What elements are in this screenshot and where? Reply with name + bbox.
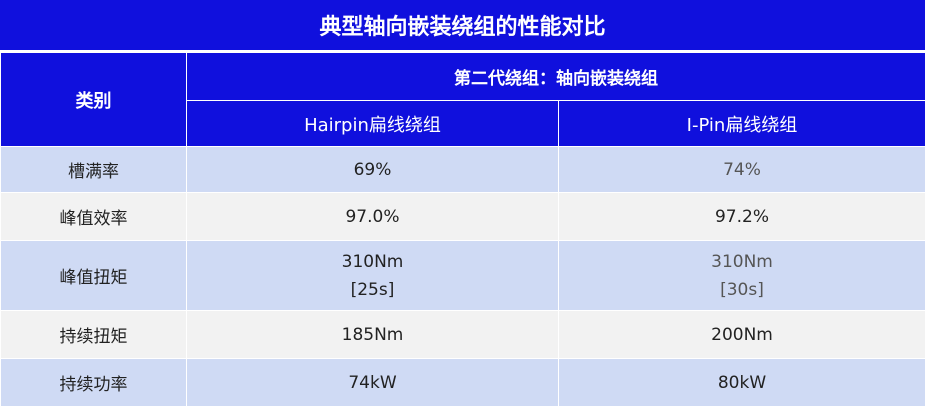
table-row: 持续功率 74kW 80kW [1, 359, 925, 407]
ipin-duration: [30s] [559, 276, 925, 304]
table-title: 典型轴向嵌装绕组的性能对比 [0, 0, 925, 52]
hairpin-duration: [25s] [187, 276, 558, 304]
row-label: 持续扭矩 [1, 311, 187, 359]
table-row: 峰值效率 97.0% 97.2% [1, 193, 925, 241]
hairpin-value: 185Nm [187, 311, 559, 359]
header-category: 类别 [1, 53, 187, 147]
hairpin-value: 69% [187, 147, 559, 193]
hairpin-value: 310Nm [25s] [187, 241, 559, 311]
row-label: 槽满率 [1, 147, 187, 193]
hairpin-value: 97.0% [187, 193, 559, 241]
ipin-value: 200Nm [559, 311, 925, 359]
row-label: 峰值效率 [1, 193, 187, 241]
comparison-table-container: 典型轴向嵌装绕组的性能对比 类别 第二代绕组：轴向嵌装绕组 Hairpin扁线绕… [0, 0, 925, 406]
table-row: 持续扭矩 185Nm 200Nm [1, 311, 925, 359]
ipin-value: 97.2% [559, 193, 925, 241]
comparison-table: 类别 第二代绕组：轴向嵌装绕组 Hairpin扁线绕组 I-Pin扁线绕组 槽满… [0, 52, 925, 407]
table-row: 峰值扭矩 310Nm [25s] 310Nm [30s] [1, 241, 925, 311]
ipin-value: 74% [559, 147, 925, 193]
row-label: 峰值扭矩 [1, 241, 187, 311]
table-row: 槽满率 69% 74% [1, 147, 925, 193]
hairpin-value: 74kW [187, 359, 559, 407]
ipin-torque: 310Nm [559, 248, 925, 276]
ipin-value: 80kW [559, 359, 925, 407]
header-ipin: I-Pin扁线绕组 [559, 101, 925, 147]
header-group: 第二代绕组：轴向嵌装绕组 [187, 53, 925, 101]
ipin-value: 310Nm [30s] [559, 241, 925, 311]
row-label: 持续功率 [1, 359, 187, 407]
header-hairpin: Hairpin扁线绕组 [187, 101, 559, 147]
hairpin-torque: 310Nm [187, 248, 558, 276]
